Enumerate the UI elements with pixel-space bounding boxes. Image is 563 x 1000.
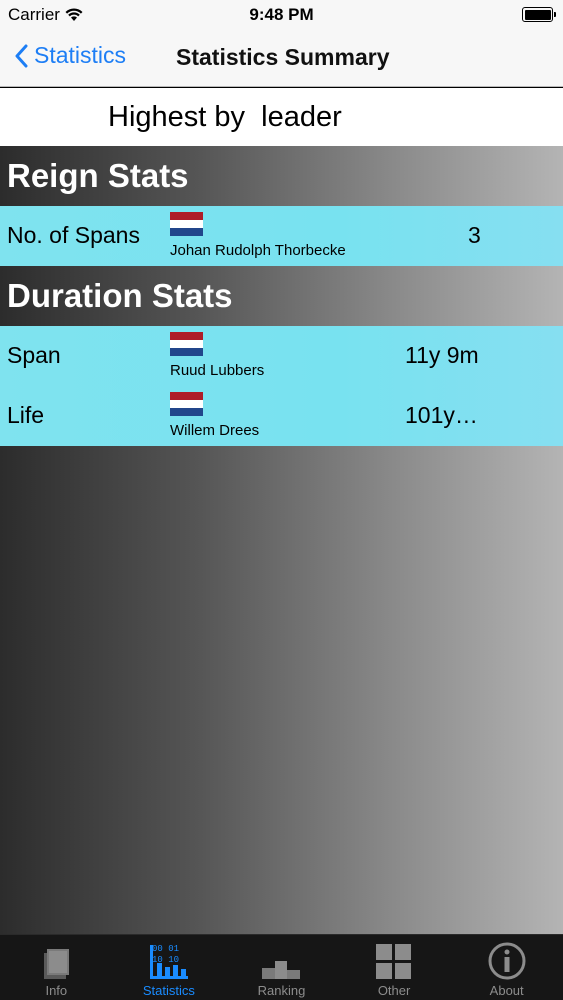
tab-label: Info [45,983,68,998]
leader-name: Johan Rudolph Thorbecke [170,242,346,259]
stat-row-no-of-spans[interactable]: No. of Spans Johan Rudolph Thorbecke 3 [0,206,563,266]
tab-label: Ranking [257,983,306,998]
book-icon [34,941,78,981]
tab-other[interactable]: Other [338,935,451,1000]
stat-label: No. of Spans [7,222,140,248]
stat-row-life[interactable]: Life Willem Drees 101y… [0,386,563,446]
subheader: Highest by leader [0,88,563,146]
netherlands-flag-icon [170,332,203,356]
battery-icon [522,7,556,22]
tab-ranking[interactable]: Ranking [225,935,338,1000]
tab-info[interactable]: Info [0,935,113,1000]
stat-label: Life [7,402,45,428]
tab-bar: Info 00 01 10 10 Statistics Ranking Othe… [0,934,563,1000]
leader-name: Ruud Lubbers [170,362,265,379]
stat-label: Span [7,342,61,368]
chevron-left-icon [15,44,28,67]
stat-value: 11y 9m [405,342,479,368]
netherlands-flag-icon [170,212,203,236]
svg-text:00 01: 00 01 [152,944,179,954]
leader-name: Willem Drees [170,422,260,439]
section-header-reign: Reign Stats [7,157,189,194]
podium-icon [259,941,303,981]
page-title: Statistics Summary [176,44,390,70]
statistics-icon: 00 01 10 10 [147,941,191,981]
tab-about[interactable]: About [450,935,563,1000]
grid-icon [372,941,416,981]
navigation-bar: Statistics Statistics Summary [0,30,563,87]
stats-content: Reign Stats No. of Spans Johan Rudolph T… [0,146,563,934]
svg-text:10 10: 10 10 [152,955,179,965]
clock: 9:48 PM [249,5,314,24]
stat-value: 3 [468,222,481,248]
tab-label: Statistics [142,983,195,998]
tab-statistics[interactable]: 00 01 10 10 Statistics [113,935,226,1000]
tab-label: About [489,983,524,998]
stat-row-span[interactable]: Span Ruud Lubbers 11y 9m [0,326,563,386]
stat-value: 101y… [405,402,478,428]
info-icon [485,941,529,981]
back-button-label: Statistics [34,42,127,68]
status-bar: Carrier 9:48 PM [0,0,563,30]
tab-label: Other [377,983,411,998]
back-button[interactable]: Statistics [14,42,126,69]
subheader-text: Highest by leader [108,101,342,133]
netherlands-flag-icon [170,392,203,416]
section-header-duration: Duration Stats [7,277,233,314]
